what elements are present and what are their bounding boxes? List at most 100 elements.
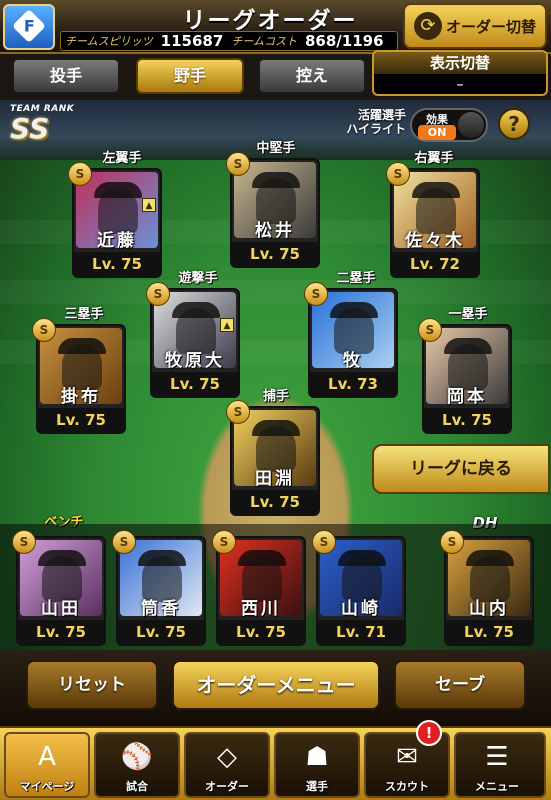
rank-s-icon: S — [226, 152, 250, 176]
rank-s-icon: S — [304, 282, 328, 306]
position-label-third-base: 三塁手 — [64, 307, 104, 322]
position-label-right-field: 右翼手 — [414, 151, 454, 166]
position-label-first-base: 一塁手 — [448, 307, 488, 322]
player-card-shortstop[interactable]: 牧原大 Lv. 75 S ▲ — [146, 282, 240, 398]
player-name: 近藤 — [97, 231, 137, 251]
display-switch-button[interactable]: 表示切替 – — [372, 50, 548, 96]
player-level: Lv. 75 — [232, 490, 318, 514]
action-buttons: リセット オーダーメニュー セーブ — [0, 650, 551, 726]
nav-label: スカウト — [385, 780, 429, 793]
cost-label: チームコスト — [231, 35, 297, 48]
spirits-label: チームスピリッツ — [65, 35, 153, 48]
mypage-icon: A — [38, 742, 56, 772]
team-stats: チームスピリッツ 115687 チームコスト 868/1196 — [60, 31, 398, 51]
position-label-catcher: 捕手 — [262, 389, 289, 404]
player-card-first-base[interactable]: 岡本 Lv. 75 S — [418, 318, 512, 434]
player-silhouette — [334, 308, 374, 354]
rank-s-icon: S — [112, 530, 136, 554]
player-silhouette — [98, 188, 138, 234]
player-silhouette — [470, 556, 510, 602]
league-order-screen: F リーグオーダー チームスピリッツ 115687 チームコスト 868/119… — [0, 0, 551, 800]
nav-game[interactable]: ⚾ 試合 — [94, 732, 180, 798]
tab-fielder[interactable]: 野手 — [136, 58, 244, 94]
rank-s-icon: S — [68, 162, 92, 186]
player-silhouette — [342, 556, 382, 602]
tab-reserve[interactable]: 控え — [258, 58, 366, 94]
player-card-third-base[interactable]: 掛布 Lv. 75 S — [32, 318, 126, 434]
bench-card-2[interactable]: 筒香 Lv. 75 S — [112, 530, 206, 646]
rank-s-icon: S — [226, 400, 250, 424]
player-silhouette — [448, 344, 488, 390]
player-level: Lv. 75 — [118, 620, 204, 644]
rank-s-icon: S — [386, 162, 410, 186]
order-menu-button[interactable]: オーダーメニュー — [172, 660, 380, 710]
team-rank: TEAM RANK SS — [10, 104, 80, 148]
bench-card-3[interactable]: 西川 Lv. 75 S — [212, 530, 306, 646]
player-card-second-base[interactable]: 牧 Lv. 73 S — [304, 282, 398, 398]
nav-mypage[interactable]: A マイページ — [4, 732, 90, 798]
player-card-right-field[interactable]: 佐々木 Lv. 72 S — [386, 162, 480, 278]
nav-label: オーダー — [205, 780, 249, 793]
player-silhouette — [176, 308, 216, 354]
dh-card[interactable]: 山内 Lv. 75 S — [440, 530, 534, 646]
player-name: 掛布 — [61, 387, 101, 407]
order-switch-label: オーダー切替 — [445, 17, 536, 36]
grass-stripe — [0, 280, 551, 304]
player-name: 山内 — [469, 599, 509, 619]
nav-player[interactable]: ☗ 選手 — [274, 732, 360, 798]
rank-s-icon: S — [212, 530, 236, 554]
page-title: リーグオーダー — [182, 8, 358, 34]
position-label-second-base: 二塁手 — [336, 271, 376, 286]
player-silhouette — [256, 178, 296, 224]
bottom-nav: A マイページ ⚾ 試合 ◇ オーダー ☗ 選手 ✉ スカウト ☰ メニュー — [0, 726, 551, 800]
highlight-label-line2: ハイライト — [346, 122, 406, 136]
display-switch-value: – — [456, 75, 464, 93]
rank-s-icon: S — [146, 282, 170, 306]
nav-order[interactable]: ◇ オーダー — [184, 732, 270, 798]
toggle-knob-icon — [458, 112, 484, 138]
player-level: Lv. 75 — [74, 252, 160, 276]
player-silhouette — [62, 344, 102, 390]
display-switch-label: 表示切替 — [374, 52, 546, 74]
player-level: Lv. 73 — [310, 372, 396, 396]
bench-card-4[interactable]: 山崎 Lv. 71 S — [312, 530, 406, 646]
nav-label: メニュー — [475, 780, 519, 793]
back-to-league-button[interactable]: リーグに戻る — [372, 444, 550, 494]
player-level: Lv. 75 — [38, 408, 124, 432]
nav-menu[interactable]: ☰ メニュー — [454, 732, 546, 798]
effect-toggle[interactable]: 効果 ON — [410, 108, 488, 142]
player-name: 岡本 — [447, 387, 487, 407]
highlight-label: 活躍選手 ハイライト — [330, 108, 406, 136]
team-badge-letter: F — [23, 16, 35, 35]
player-icon: ☗ — [305, 742, 329, 772]
order-switch-button[interactable]: ⟳ オーダー切替 — [403, 3, 547, 49]
player-silhouette — [242, 556, 282, 602]
tab-pitcher[interactable]: 投手 — [12, 58, 120, 94]
game-icon: ⚾ — [120, 742, 154, 772]
rank-s-icon: S — [418, 318, 442, 342]
team-badge[interactable]: F — [3, 4, 55, 50]
reset-button[interactable]: リセット — [26, 660, 158, 710]
order-icon: ◇ — [217, 742, 237, 772]
player-name: 筒香 — [141, 599, 181, 619]
header-bar: F リーグオーダー チームスピリッツ 115687 チームコスト 868/119… — [0, 0, 551, 54]
player-level: Lv. 75 — [152, 372, 238, 396]
position-label-shortstop: 遊撃手 — [178, 271, 218, 286]
save-button[interactable]: セーブ — [394, 660, 526, 710]
team-rank-value: SS — [10, 112, 50, 145]
player-name: 西川 — [241, 599, 281, 619]
player-card-catcher[interactable]: 田淵 Lv. 75 S — [226, 400, 320, 516]
player-card-left-field[interactable]: 近藤 Lv. 75 S ▲ — [68, 162, 162, 278]
help-button[interactable]: ? — [498, 108, 530, 140]
position-label-left-field: 左翼手 — [102, 151, 142, 166]
player-level: Lv. 75 — [218, 620, 304, 644]
nav-label: 選手 — [306, 780, 328, 793]
player-level: Lv. 75 — [424, 408, 510, 432]
player-name: 牧 — [343, 351, 363, 371]
spirits-value: 115687 — [160, 32, 224, 50]
level-up-icon: ▲ — [142, 198, 156, 212]
nav-label: マイページ — [19, 780, 75, 793]
bench-card-1[interactable]: 山田 Lv. 75 S — [12, 530, 106, 646]
player-card-center-field[interactable]: 松井 Lv. 75 S — [226, 152, 320, 268]
player-level: Lv. 75 — [18, 620, 104, 644]
